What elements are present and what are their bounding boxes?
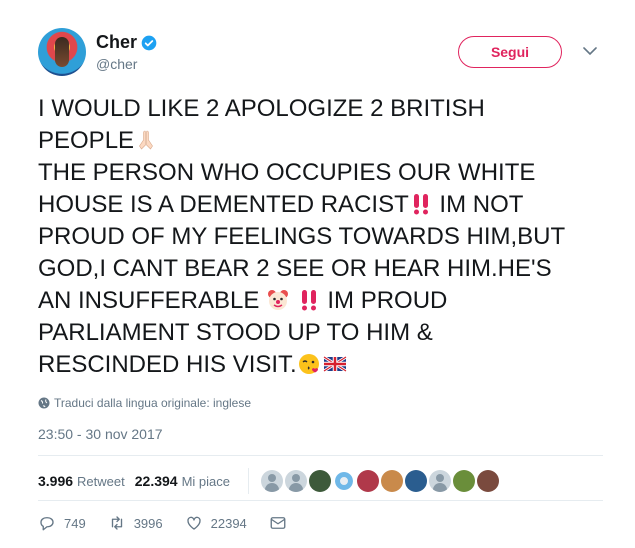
direct-message-button[interactable] <box>269 514 287 532</box>
retweet-label: Retweet <box>77 474 125 489</box>
retweet-button[interactable]: 3996 <box>108 514 163 532</box>
like-count: 22.394 <box>134 473 178 489</box>
liker-avatar[interactable] <box>333 470 355 492</box>
tweet-line <box>290 287 297 314</box>
user-avatar[interactable] <box>38 28 86 76</box>
name-row: Cher <box>96 32 157 53</box>
tweet-line: PARLIAMENT STOOD UP TO HIM & <box>38 319 433 346</box>
tweet-actions: 749 3996 22394 <box>38 514 309 532</box>
tweet-line: GOD,I CANT BEAR 2 SEE OR HEAR HIM.HE'S <box>38 255 552 282</box>
liker-avatar[interactable] <box>357 470 379 492</box>
retweet-icon <box>111 516 122 530</box>
clown-face-emoji-icon <box>268 290 289 310</box>
display-name[interactable]: Cher <box>96 32 137 53</box>
follow-button[interactable]: Segui <box>458 36 562 68</box>
tweet-line: HOUSE IS A DEMENTED RACIST <box>38 191 409 218</box>
liker-avatar[interactable] <box>429 470 451 492</box>
globe-icon <box>38 397 50 409</box>
tweet-text: I WOULD LIKE 2 APOLOGIZE 2 BRITISH PEOPL… <box>38 93 603 381</box>
verified-badge-icon <box>141 35 157 50</box>
liker-avatar[interactable] <box>381 470 403 492</box>
liker-avatar[interactable] <box>309 470 331 492</box>
retweet-stat[interactable]: 3.996 Retweet <box>38 473 125 489</box>
tweet-line: PEOPLE <box>38 127 135 154</box>
tweet-timestamp[interactable]: 23:50 - 30 nov 2017 <box>38 426 163 442</box>
liker-avatars <box>261 470 499 492</box>
liker-avatar[interactable] <box>285 470 307 492</box>
liker-avatar[interactable] <box>453 470 475 492</box>
translate-link[interactable]: Traduci dalla lingua originale: inglese <box>38 396 251 410</box>
reply-button[interactable]: 749 <box>38 514 86 532</box>
like-label: Mi piace <box>181 474 230 489</box>
uk-flag-icon <box>322 355 347 373</box>
tweet-line: IM PROUD <box>320 287 448 314</box>
like-action-count: 22394 <box>210 515 247 531</box>
stat-separator <box>248 468 249 494</box>
translate-label: Traduci dalla lingua originale: inglese <box>54 396 252 410</box>
liker-avatar[interactable] <box>261 470 283 492</box>
tweet-line: IM NOT <box>432 191 524 218</box>
envelope-icon <box>270 517 286 529</box>
tweet-line: I WOULD LIKE 2 APOLOGIZE 2 BRITISH <box>38 95 485 122</box>
tweet-line: RESCINDED HIS VISIT. <box>38 351 297 378</box>
retweet-action-count: 3996 <box>133 515 163 531</box>
tweet-line: AN INSUFFERABLE <box>38 287 267 314</box>
like-stat[interactable]: 22.394 Mi piace <box>135 473 230 489</box>
tweet-line: PROUD OF MY FEELINGS TOWARDS HIM,BUT <box>38 223 566 250</box>
liker-avatar[interactable] <box>477 470 499 492</box>
praying-hands-emoji-icon <box>139 130 153 150</box>
double-exclamation-emoji-icon <box>301 290 316 311</box>
tweet-header: Cher @cher Segui <box>38 28 608 84</box>
reply-count: 749 <box>64 515 86 531</box>
reply-icon <box>40 517 54 531</box>
tweet-line: THE PERSON WHO OCCUPIES OUR WHITE <box>38 159 536 186</box>
heart-icon <box>186 516 201 530</box>
double-exclamation-emoji-icon <box>413 194 428 215</box>
tweet-stats: 3.996 Retweet 22.394 Mi piace <box>38 468 499 494</box>
like-button[interactable]: 22394 <box>185 514 247 532</box>
face-blowing-kiss-emoji-icon <box>298 354 319 374</box>
retweet-count: 3.996 <box>38 473 74 489</box>
chevron-down-icon[interactable] <box>583 46 597 56</box>
divider <box>38 455 603 456</box>
divider <box>38 500 603 501</box>
liker-avatar[interactable] <box>405 470 427 492</box>
user-handle[interactable]: @cher <box>96 56 137 72</box>
